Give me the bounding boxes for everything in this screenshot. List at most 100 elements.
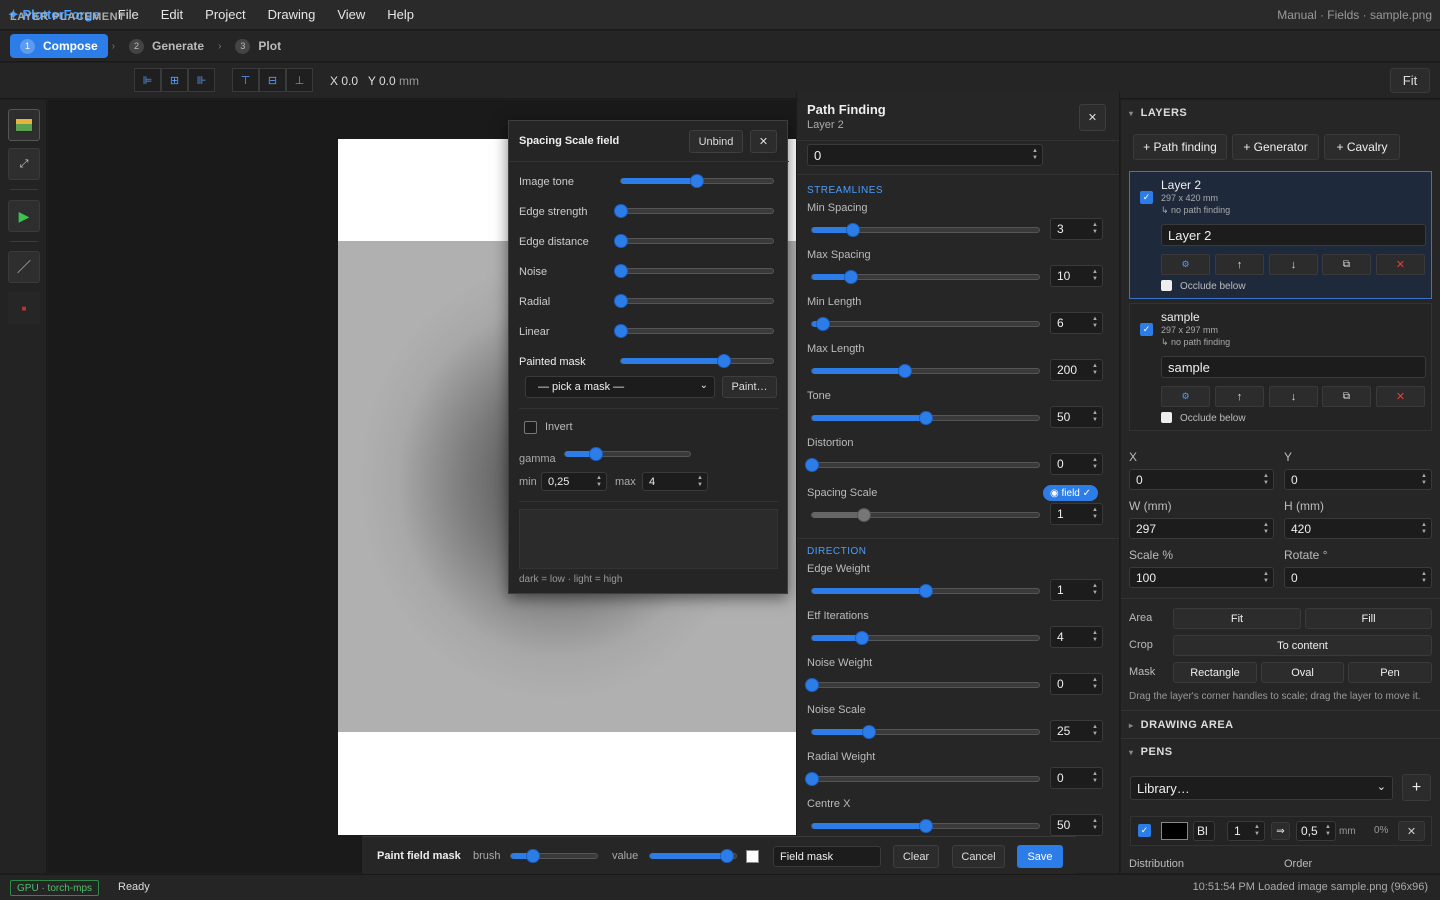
step-generate[interactable]: 2 Generate	[119, 34, 214, 58]
scale-input[interactable]: 100 ▲ ▼	[1129, 567, 1274, 588]
slider-knob[interactable]	[861, 725, 876, 739]
stop-icon[interactable]: ■	[8, 292, 40, 324]
align-top-icon[interactable]: ⊤	[232, 68, 259, 92]
mask-select[interactable]: — pick a mask — ⌄	[525, 376, 715, 398]
swap-icon[interactable]: ⇒	[1271, 822, 1290, 840]
play-icon[interactable]: ▶	[8, 200, 40, 232]
slider-knob[interactable]	[589, 447, 604, 461]
slider-knob[interactable]	[614, 294, 628, 308]
pen-tool-icon[interactable]: ／	[8, 251, 40, 283]
menu-edit[interactable]: Edit	[161, 7, 183, 22]
layer-card-layer-2[interactable]: ✓ Layer 2 297 x 420 mm ↳ no path finding…	[1129, 171, 1432, 299]
add-pen-button[interactable]: +	[1402, 774, 1431, 801]
width-input[interactable]: 297 ▲ ▼	[1129, 518, 1274, 539]
pen-name-input[interactable]: Bl	[1193, 821, 1215, 841]
pens-header[interactable]: ▾ PENS	[1129, 746, 1173, 758]
fit-area-button[interactable]: Fit	[1173, 608, 1301, 629]
fill-area-button[interactable]: Fill	[1305, 608, 1432, 629]
control-slider[interactable]	[811, 819, 1040, 833]
cancel-button[interactable]: Cancel	[952, 845, 1005, 868]
y-input[interactable]: 0 ▲ ▼	[1284, 469, 1432, 490]
delete-icon[interactable]: ✕	[1376, 254, 1425, 275]
delete-icon[interactable]: ✕	[1376, 386, 1425, 407]
stepper-icon[interactable]: ▲ ▼	[1092, 630, 1098, 644]
number-input[interactable]: 0 ▲ ▼	[1050, 767, 1103, 789]
stepper-icon[interactable]: ▲ ▼	[1092, 457, 1098, 471]
number-input[interactable]: 4 ▲ ▼	[1050, 626, 1103, 648]
drawing-area-header[interactable]: ▸ DRAWING AREA	[1129, 719, 1234, 731]
stepper-icon[interactable]: ▲ ▼	[596, 475, 602, 489]
height-input[interactable]: 420 ▲ ▼	[1284, 518, 1432, 539]
layer-name-input[interactable]: sample	[1161, 356, 1426, 378]
paint-button[interactable]: Paint…	[722, 376, 777, 398]
move-up-icon[interactable]: ↑	[1215, 386, 1264, 407]
mask-rectangle-button[interactable]: Rectangle	[1173, 662, 1257, 683]
occlude-checkbox[interactable]	[1161, 412, 1172, 423]
brush-slider[interactable]	[510, 849, 598, 863]
mask-oval-button[interactable]: Oval	[1261, 662, 1344, 683]
stepper-icon[interactable]: ▲ ▼	[1421, 522, 1427, 536]
add-path-finding-button[interactable]: + Path finding	[1133, 134, 1227, 160]
field-slider[interactable]	[614, 324, 774, 338]
align-bottom-icon[interactable]: ⊥	[286, 68, 313, 92]
control-slider[interactable]	[811, 584, 1040, 598]
layer-name-input[interactable]: Layer 2	[1161, 224, 1426, 246]
stepper-icon[interactable]: ▲ ▼	[1263, 522, 1269, 536]
stepper-icon[interactable]: ▲ ▼	[1092, 771, 1098, 785]
stepper-icon[interactable]: ▲ ▼	[1263, 571, 1269, 585]
pen-library-select[interactable]: Library… ⌄	[1130, 776, 1393, 800]
image-tool-icon[interactable]	[8, 109, 40, 141]
slider-knob[interactable]	[614, 324, 628, 338]
field-slider[interactable]	[614, 294, 774, 308]
slider-knob[interactable]	[918, 411, 933, 425]
stepper-icon[interactable]: ▲ ▼	[1092, 222, 1098, 236]
control-slider[interactable]	[811, 411, 1040, 425]
control-slider[interactable]	[811, 631, 1040, 645]
stepper-icon[interactable]: ▲ ▼	[1325, 824, 1331, 838]
x-input[interactable]: 0 ▲ ▼	[1129, 469, 1274, 490]
slider-knob[interactable]	[918, 819, 933, 833]
slider-knob[interactable]	[614, 234, 628, 248]
stepper-icon[interactable]: ▲ ▼	[1092, 269, 1098, 283]
add-generator-button[interactable]: + Generator	[1232, 134, 1319, 160]
add-cavalry-button[interactable]: + Cavalry	[1324, 134, 1400, 160]
field-slider[interactable]	[614, 204, 774, 218]
pen-width-input[interactable]: 0,5 ▲ ▼	[1296, 821, 1336, 841]
number-input[interactable]: 10 ▲ ▼	[1050, 265, 1103, 287]
mask-name-input[interactable]: Field mask	[773, 846, 881, 867]
slider-knob[interactable]	[805, 458, 819, 472]
stepper-icon[interactable]: ▲ ▼	[1092, 677, 1098, 691]
seed-input[interactable]: 0 ▲ ▼	[807, 144, 1043, 166]
remove-pen-icon[interactable]: ✕	[1398, 821, 1425, 841]
stepper-icon[interactable]: ▲ ▼	[697, 475, 703, 489]
layers-header[interactable]: ▾ LAYERS	[1129, 107, 1187, 119]
number-input[interactable]: 200 ▲ ▼	[1050, 359, 1103, 381]
stepper-icon[interactable]: ▲ ▼	[1092, 507, 1098, 521]
field-slider[interactable]	[614, 264, 774, 278]
unbind-button[interactable]: Unbind	[689, 130, 743, 153]
occlude-checkbox[interactable]	[1161, 280, 1172, 291]
move-down-icon[interactable]: ↓	[1269, 386, 1318, 407]
number-input[interactable]: 3 ▲ ▼	[1050, 218, 1103, 240]
menu-drawing[interactable]: Drawing	[268, 7, 316, 22]
menu-help[interactable]: Help	[387, 7, 414, 22]
field-slider[interactable]	[620, 174, 774, 188]
field-slider[interactable]	[620, 354, 774, 368]
stepper-icon[interactable]: ▲ ▼	[1092, 724, 1098, 738]
align-center-h-icon[interactable]: ⊞	[161, 68, 188, 92]
stepper-icon[interactable]: ▲ ▼	[1092, 410, 1098, 424]
stepper-icon[interactable]: ▲ ▼	[1092, 363, 1098, 377]
slider-knob[interactable]	[854, 631, 869, 645]
stepper-icon[interactable]: ▲ ▼	[1032, 148, 1038, 162]
field-slider[interactable]	[614, 234, 774, 248]
min-input[interactable]: 0,25 ▲ ▼	[541, 472, 607, 491]
slider-knob[interactable]	[816, 317, 831, 331]
number-input[interactable]: 0 ▲ ▼	[1050, 673, 1103, 695]
duplicate-icon[interactable]: ⧉	[1322, 386, 1371, 407]
layer-card-sample[interactable]: ✓ sample 297 x 297 mm ↳ no path finding …	[1129, 303, 1432, 431]
menu-project[interactable]: Project	[205, 7, 245, 22]
fit-button[interactable]: Fit	[1390, 68, 1430, 93]
number-input[interactable]: 1 ▲ ▼	[1050, 579, 1103, 601]
crop-to-content-button[interactable]: To content	[1173, 635, 1432, 656]
slider-knob[interactable]	[525, 849, 540, 863]
